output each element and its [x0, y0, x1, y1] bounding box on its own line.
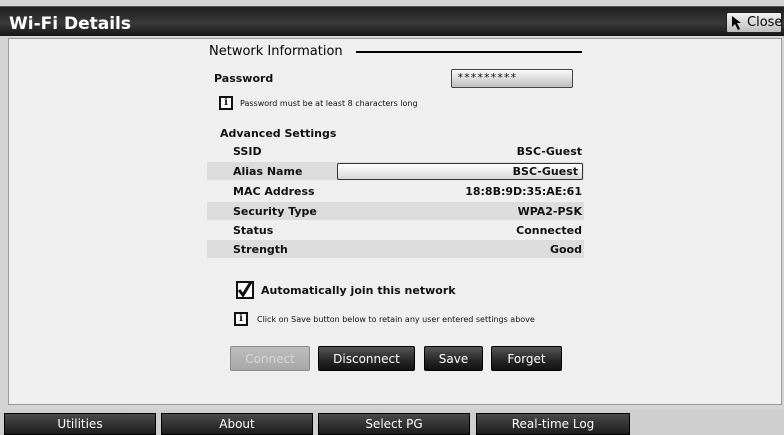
ssid-label: SSID: [233, 145, 262, 158]
row-status: Status Connected: [207, 221, 584, 239]
strength-value: Good: [549, 243, 582, 256]
tab-about[interactable]: About: [161, 413, 313, 435]
forget-button[interactable]: Forget: [491, 346, 562, 371]
section-title: Network Information: [209, 44, 343, 59]
close-button-label: Close: [747, 15, 783, 30]
mac-address-value: 18:8B:9D:35:AE:61: [465, 185, 582, 198]
password-hint: Password must be at least 8 characters l…: [240, 99, 418, 108]
tab-real-time-log[interactable]: Real-time Log: [476, 413, 630, 435]
info-icon: i: [234, 312, 248, 326]
row-strength: Strength Good: [207, 240, 584, 258]
close-button[interactable]: Close: [726, 12, 782, 33]
status-label: Status: [233, 224, 274, 237]
taskbar: Utilities About Select PG Real-time Log: [0, 413, 784, 435]
section-divider: [356, 51, 582, 53]
mac-address-label: MAC Address: [233, 185, 315, 198]
cursor-arrow-icon: [729, 15, 747, 31]
ssid-value: BSC-Guest: [516, 145, 582, 158]
status-value: Connected: [516, 224, 582, 237]
password-field[interactable]: *********: [451, 69, 573, 88]
info-icon: i: [219, 96, 233, 110]
row-security-type: Security Type WPA2-PSK: [207, 202, 584, 220]
wifi-details-window: Wi-Fi Details Close Network Information …: [0, 0, 784, 410]
security-type-label: Security Type: [233, 205, 317, 218]
checkmark-icon: [237, 281, 253, 298]
connect-button[interactable]: Connect: [230, 346, 310, 371]
tab-select-pg[interactable]: Select PG: [318, 413, 470, 435]
alias-name-label: Alias Name: [233, 165, 303, 178]
advanced-settings-title: Advanced Settings: [220, 127, 337, 140]
title-bar: Wi-Fi Details Close: [0, 6, 784, 36]
save-hint: Click on Save button below to retain any…: [257, 315, 535, 324]
auto-join-label: Automatically join this network: [261, 284, 456, 297]
alias-name-field[interactable]: BSC-Guest: [337, 163, 583, 180]
security-type-value: WPA2-PSK: [517, 205, 582, 218]
row-ssid: SSID BSC-Guest: [207, 142, 584, 160]
tab-utilities[interactable]: Utilities: [4, 413, 156, 435]
save-button[interactable]: Save: [424, 346, 483, 371]
disconnect-button[interactable]: Disconnect: [318, 346, 415, 371]
password-label: Password: [214, 72, 274, 85]
strength-label: Strength: [233, 243, 288, 256]
auto-join-checkbox[interactable]: [236, 281, 254, 299]
row-mac-address: MAC Address 18:8B:9D:35:AE:61: [207, 182, 584, 200]
window-title: Wi-Fi Details: [9, 14, 132, 34]
